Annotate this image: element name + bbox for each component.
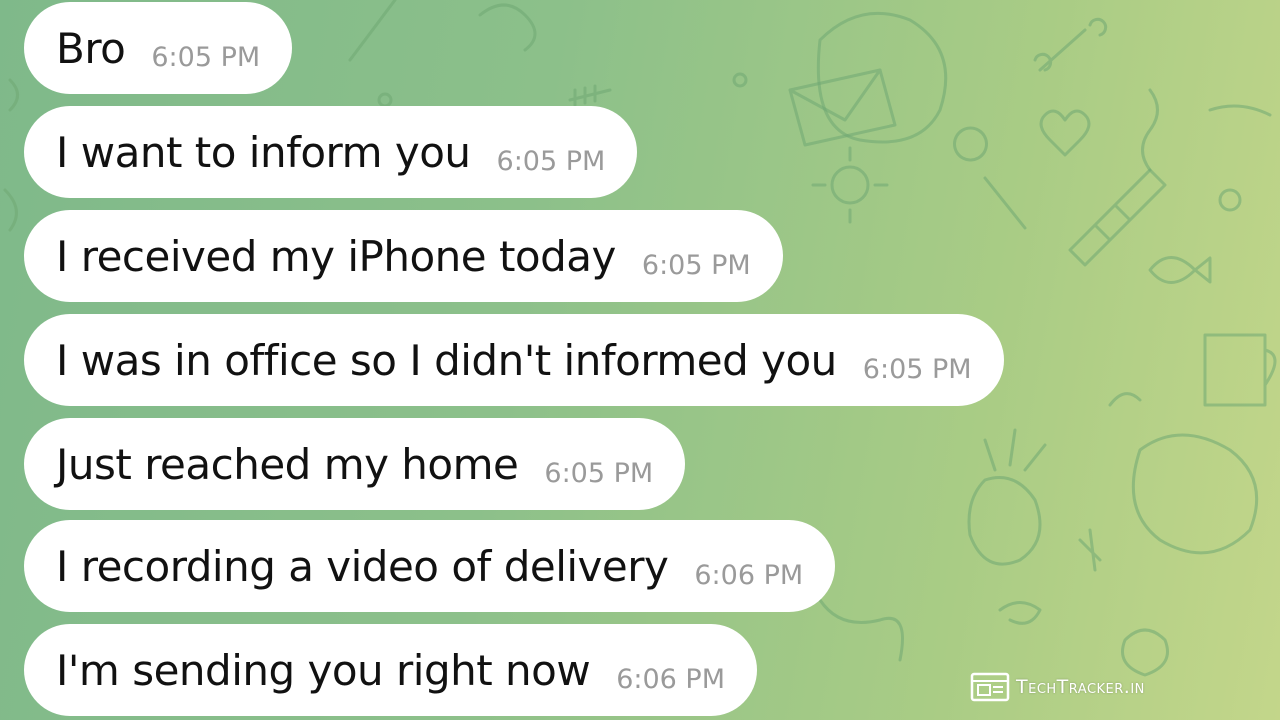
message-bubble[interactable]: Bro 6:05 PM [24,2,293,94]
message-text: Bro [56,23,126,73]
message-bubble[interactable]: I recording a video of delivery 6:06 PM [24,520,836,612]
message-timestamp: 6:05 PM [862,353,972,385]
message-text: I'm sending you right now [56,645,591,695]
message-bubble[interactable]: I'm sending you right now 6:06 PM [24,624,758,716]
message-text: Just reached my home [56,439,519,489]
message-timestamp: 6:05 PM [496,145,606,177]
message-bubble[interactable]: I was in office so I didn't informed you… [24,314,1004,406]
message-timestamp: 6:06 PM [616,663,726,695]
message-timestamp: 6:05 PM [544,457,654,489]
message-bubble[interactable]: I want to inform you 6:05 PM [24,106,638,198]
message-text: I received my iPhone today [56,231,616,281]
message-timestamp: 6:05 PM [151,41,261,73]
watermark-text: TechTracker.in [1016,676,1145,698]
message-text: I was in office so I didn't informed you [56,335,837,385]
message-bubble[interactable]: I received my iPhone today 6:05 PM [24,210,783,302]
site-watermark: TechTracker.in [970,672,1145,702]
message-text: I recording a video of delivery [56,541,669,591]
message-timestamp: 6:05 PM [641,249,751,281]
browser-window-icon [970,672,1010,702]
message-timestamp: 6:06 PM [694,559,804,591]
message-list: Bro 6:05 PM I want to inform you 6:05 PM… [0,0,1280,720]
message-bubble[interactable]: Just reached my home 6:05 PM [24,418,686,510]
message-text: I want to inform you [56,127,471,177]
